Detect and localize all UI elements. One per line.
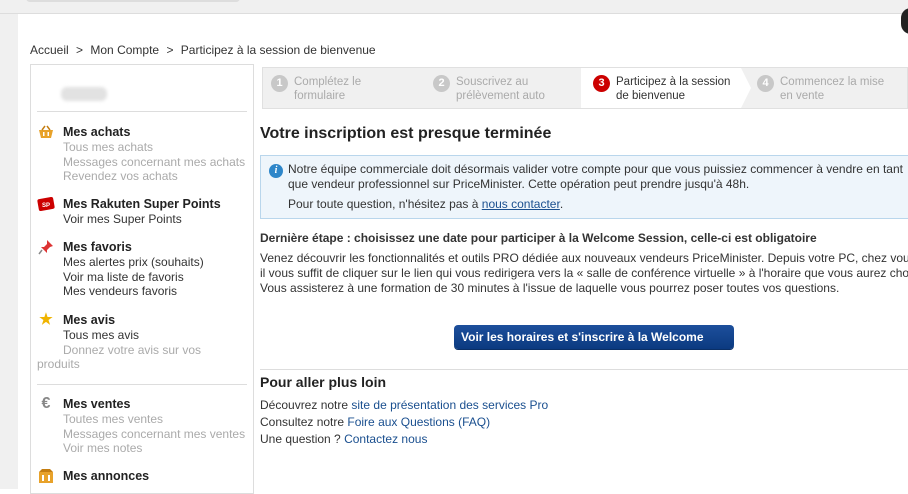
link-messages-achats: Messages concernant mes achats: [63, 154, 246, 169]
link-voir-super-points[interactable]: Voir mes Super Points: [63, 212, 221, 227]
sidebar-divider: [37, 111, 247, 112]
breadcrumb: Accueil > Mon Compte > Participez à la s…: [30, 43, 376, 57]
top-bar: [0, 0, 908, 14]
shopping-basket-icon: [37, 124, 55, 140]
step-4: 4 Commencez la mise en vente: [751, 68, 908, 108]
contact-us-link[interactable]: nous contacter: [482, 197, 560, 211]
euro-icon: €: [41, 395, 51, 412]
last-step-heading: Dernière étape : choisissez une date pou…: [260, 231, 817, 245]
user-avatar-blurred: [61, 87, 107, 101]
pro-services-link[interactable]: site de présentation des services Pro: [351, 398, 548, 412]
step-1: 1 Complétez le formulaire: [263, 68, 425, 108]
sidebar-divider: [37, 384, 247, 385]
sidebar-title-avis: Mes avis: [63, 313, 116, 327]
search-input[interactable]: [26, 0, 240, 2]
sidebar-section-annonces: Mes annonces: [37, 468, 149, 484]
info-box: i Notre équipe commerciale doit désormai…: [260, 155, 908, 219]
announcements-icon: [37, 468, 55, 484]
sidebar-section-superpoints: SP Mes Rakuten Super Points Voir mes Sup…: [37, 196, 221, 227]
sidebar-heading-superpoints[interactable]: SP Mes Rakuten Super Points: [37, 196, 221, 212]
sidebar-section-favoris: Mes favoris Mes alertes prix (souhaits) …: [37, 239, 204, 299]
link-vendeurs-favoris[interactable]: Mes vendeurs favoris: [63, 284, 204, 299]
link-messages-ventes: Messages concernant mes ventes: [63, 426, 246, 441]
more-heading: Pour aller plus loin: [260, 374, 387, 390]
welcome-signup-button[interactable]: Voir les horaires et s'inscrire à la Wel…: [454, 325, 734, 349]
sidebar-heading-avis[interactable]: ★ Mes avis: [37, 312, 219, 328]
contact-link[interactable]: Contactez nous: [344, 432, 427, 446]
link-revendez-achats: Revendez vos achats: [63, 169, 178, 183]
step-number: 2: [433, 75, 450, 92]
svg-text:SP: SP: [42, 203, 50, 209]
info-line: Notre équipe commerciale doit désormais …: [288, 162, 903, 176]
sidebar-title-ventes: Mes ventes: [63, 397, 131, 411]
breadcrumb-separator: >: [76, 43, 84, 57]
welcome-description: Venez découvrir les fonctionnalités et o…: [260, 251, 908, 295]
step-number: 3: [593, 75, 610, 92]
info-contact-line: Pour toute question, n'hésitez pas à nou…: [288, 197, 564, 211]
sidebar-title-superpoints: Mes Rakuten Super Points: [63, 197, 221, 211]
breadcrumb-home[interactable]: Accueil: [30, 43, 69, 57]
breadcrumb-separator: >: [166, 43, 174, 57]
link-liste-favoris[interactable]: Voir ma liste de favoris: [63, 270, 204, 285]
link-donnez-avis: Donnez votre avis sur vos produits: [37, 342, 202, 372]
sidebar-heading-ventes[interactable]: € Mes ventes: [37, 396, 245, 412]
link-alertes-prix[interactable]: Mes alertes prix (souhaits): [63, 255, 204, 270]
sidebar-heading-achats[interactable]: Mes achats: [37, 124, 245, 140]
page-gutter: [0, 14, 18, 489]
sidebar-title-favoris: Mes favoris: [63, 240, 132, 254]
pin-icon: [37, 239, 55, 255]
sidebar-section-avis: ★ Mes avis Tous mes avis Donnez votre av…: [37, 312, 219, 372]
faq-link[interactable]: Foire aux Questions (FAQ): [347, 415, 490, 429]
sidebar-section-ventes: € Mes ventes Toutes mes ventes Messages …: [37, 396, 246, 456]
sidebar-title-annonces: Mes annonces: [63, 469, 150, 483]
more-links: Découvrez notre site de présentation des…: [260, 398, 549, 446]
link-voir-notes: Voir mes notes: [63, 441, 143, 455]
sidebar-title-achats: Mes achats: [63, 125, 131, 139]
account-sidebar: Mes achats Tous mes achats Messages conc…: [30, 64, 254, 494]
sidebar-heading-favoris[interactable]: Mes favoris: [37, 239, 204, 255]
divider: [260, 369, 908, 370]
scroll-top-button[interactable]: [901, 8, 908, 34]
step-label: Commencez la mise en vente: [780, 76, 885, 102]
step-3-active: 3 Participez à la session de bienvenue: [581, 68, 741, 108]
link-tous-mes-avis[interactable]: Tous mes avis: [63, 328, 219, 343]
link-toutes-mes-ventes: Toutes mes ventes: [63, 412, 164, 426]
breadcrumb-account[interactable]: Mon Compte: [90, 43, 159, 57]
step-label: Souscrivez au prélèvement auto: [456, 76, 545, 102]
breadcrumb-current: Participez à la session de bienvenue: [180, 43, 376, 57]
info-icon: i: [269, 164, 283, 178]
super-points-icon: SP: [37, 196, 55, 212]
page-title: Votre inscription est presque terminée: [260, 125, 552, 142]
step-label: Complétez le formulaire: [294, 76, 362, 102]
step-label: Participez à la session de bienvenue: [616, 76, 731, 102]
step-2: 2 Souscrivez au prélèvement auto: [425, 68, 587, 108]
info-line: que vendeur professionnel sur PriceMinis…: [288, 177, 750, 191]
step-arrow: [741, 68, 751, 108]
step-number: 1: [271, 75, 288, 92]
star-icon: ★: [39, 311, 53, 328]
sidebar-section-achats: Mes achats Tous mes achats Messages conc…: [37, 124, 245, 184]
progress-steps: 1 Complétez le formulaire 2 Souscrivez au…: [262, 67, 908, 109]
step-number: 4: [757, 75, 774, 92]
sidebar-heading-annonces[interactable]: Mes annonces: [37, 468, 149, 484]
link-tous-mes-achats: Tous mes achats: [63, 140, 154, 154]
